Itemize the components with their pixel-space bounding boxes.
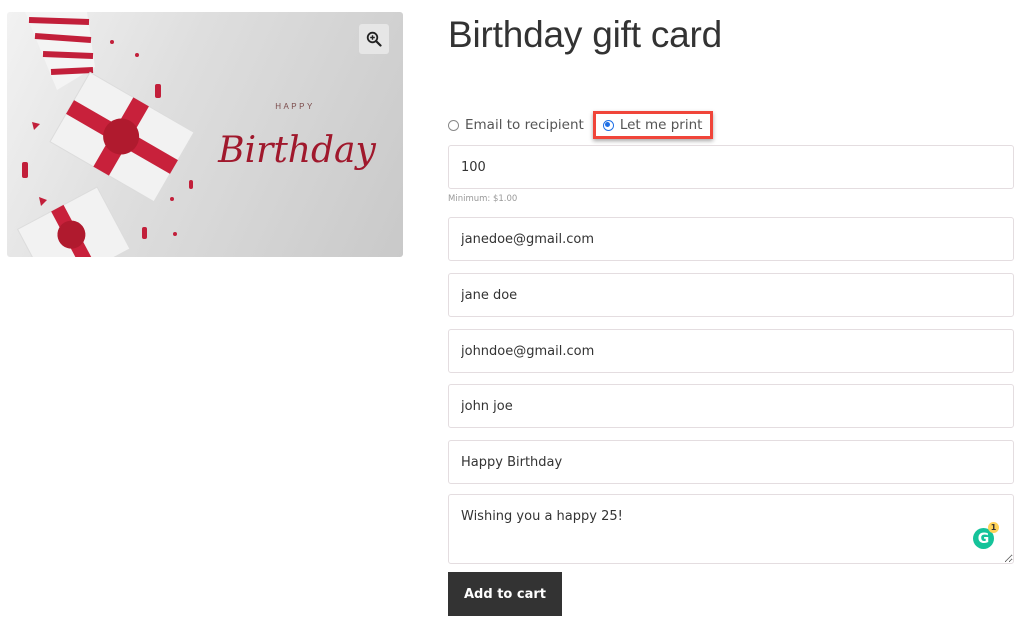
radio-button[interactable] bbox=[448, 119, 459, 131]
gift-box-graphic bbox=[49, 71, 195, 203]
birthday-script-text: Birthday bbox=[217, 130, 376, 171]
sender-email-input[interactable] bbox=[448, 329, 1014, 373]
add-to-cart-button[interactable]: Add to cart bbox=[448, 572, 562, 616]
radio-email-to-recipient[interactable]: Email to recipient bbox=[448, 117, 584, 133]
radio-label: Let me print bbox=[619, 117, 703, 133]
subject-input[interactable] bbox=[448, 440, 1014, 484]
message-textarea[interactable]: Wishing you a happy 25! bbox=[448, 494, 1014, 564]
radio-let-me-print[interactable]: Let me print bbox=[602, 117, 703, 133]
gift-box-small-graphic bbox=[16, 186, 131, 257]
recipient-email-input[interactable] bbox=[448, 217, 1014, 261]
recipient-name-input[interactable] bbox=[448, 273, 1014, 317]
sender-name-input[interactable] bbox=[448, 384, 1014, 428]
grammarly-count-badge: 1 bbox=[988, 522, 999, 533]
radio-button-checked[interactable] bbox=[602, 119, 614, 131]
image-zoom-button[interactable] bbox=[359, 24, 389, 54]
happy-text: HAPPY bbox=[275, 102, 315, 111]
radio-label: Email to recipient bbox=[465, 117, 584, 133]
amount-input[interactable] bbox=[448, 145, 1014, 189]
amount-hint: Minimum: $1.00 bbox=[448, 194, 518, 204]
party-hat-graphic bbox=[25, 12, 95, 90]
delivery-method-group: Email to recipient Let me print bbox=[448, 111, 714, 139]
gift-card-artwork: HAPPY Birthday bbox=[16, 12, 376, 257]
highlight-annotation: Let me print bbox=[592, 111, 714, 139]
zoom-in-icon bbox=[366, 31, 382, 47]
product-title: Birthday gift card bbox=[448, 14, 723, 55]
product-image[interactable]: HAPPY Birthday bbox=[7, 12, 403, 257]
